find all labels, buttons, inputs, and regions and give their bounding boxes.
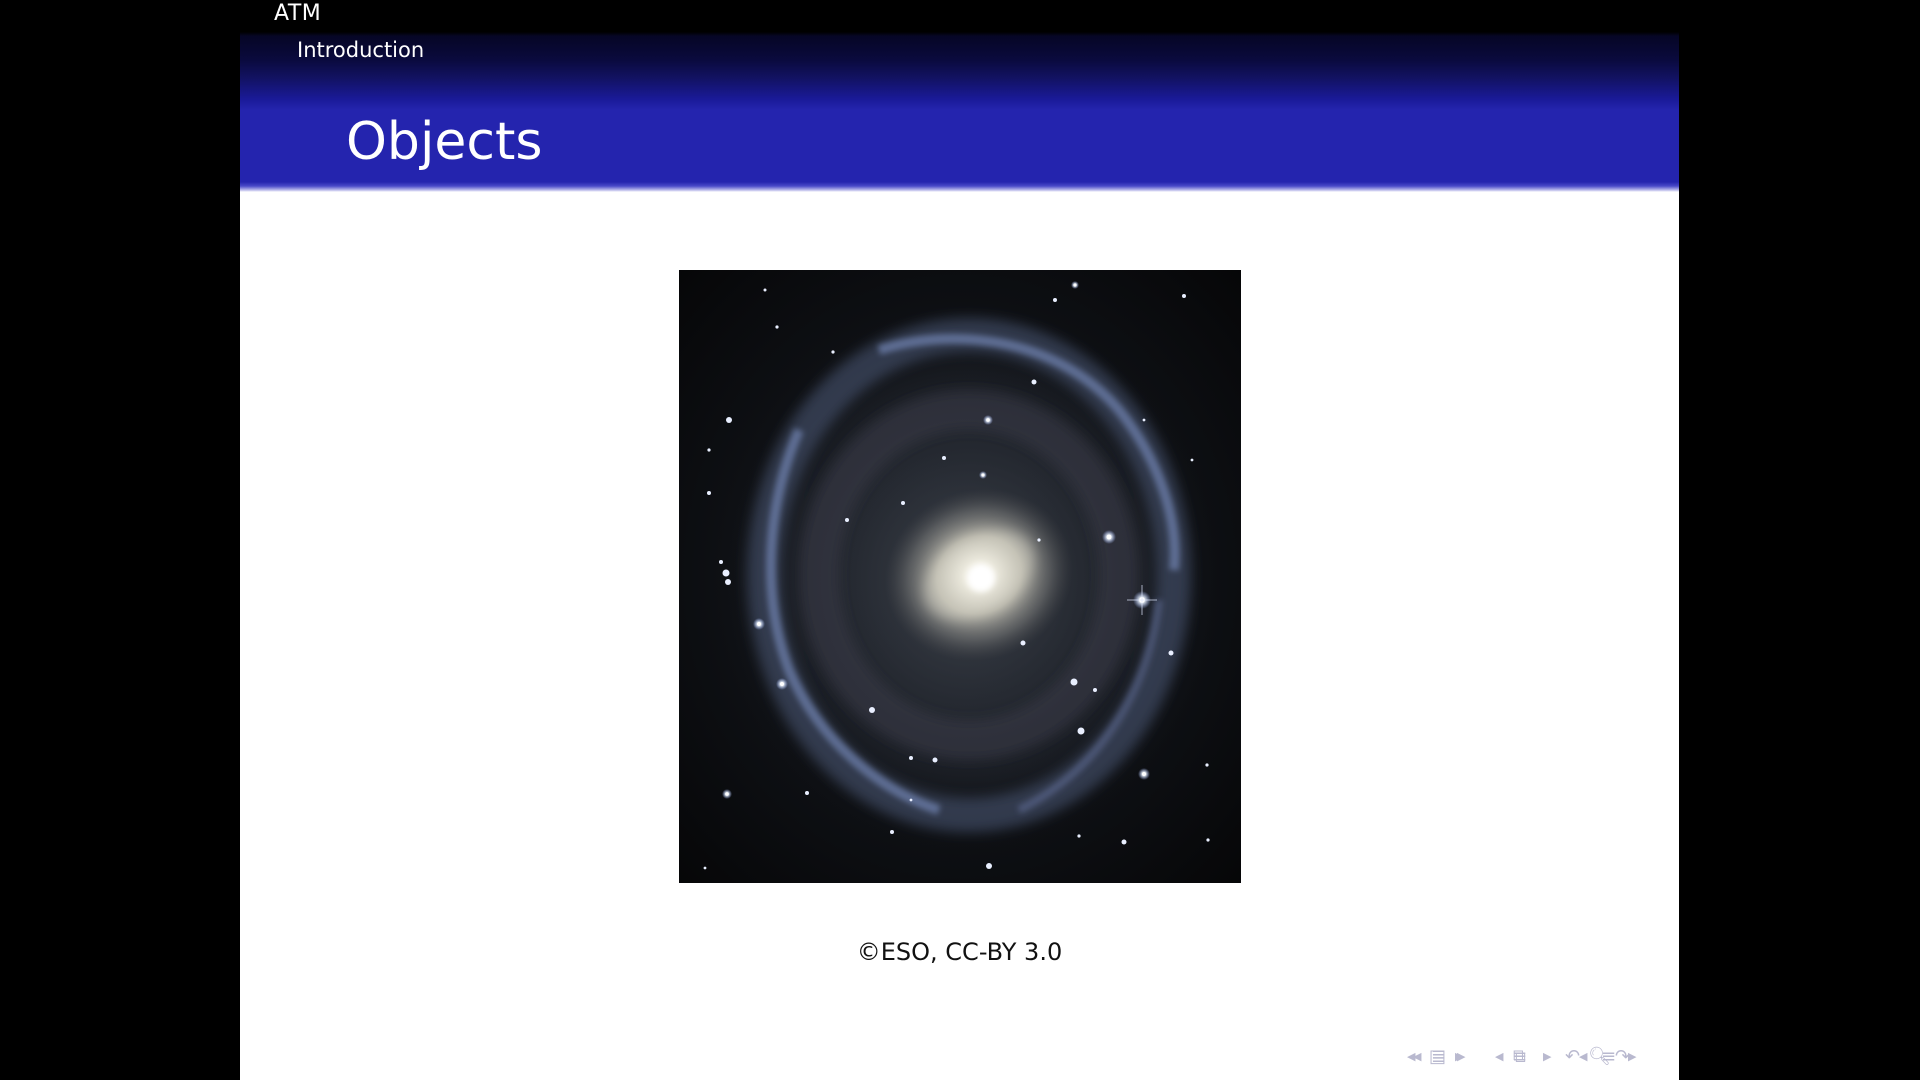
header-section-title[interactable]: ATM [274,0,321,28]
galaxy-image [679,270,1241,883]
toc-icon[interactable]: ≡ [1512,1042,1527,1072]
next-arrow-icon[interactable]: ▶ [1457,1042,1465,1072]
back-icon[interactable]: ↶ [1565,1042,1580,1072]
frame-title: Objects [346,112,543,172]
forward-icon[interactable]: ↷ [1615,1042,1630,1072]
slide: ATM Introduction Objects ©ESO, CC-BY 3.0… [240,0,1679,1080]
section-icon[interactable]: ≣ [1431,1042,1446,1072]
headline-bar: ATM Introduction Objects [240,0,1679,192]
beamer-navigation-bar-right: ◀ ≣ ▶ ≡ ↶ 🔍︎ ↷ [1405,1042,1675,1072]
search-icon[interactable]: 🔍︎ [1588,1042,1611,1072]
header-subsection-title[interactable]: Introduction [297,35,424,65]
prev-arrow-icon[interactable]: ◀ [1413,1042,1421,1072]
image-credit-caption: ©ESO, CC-BY 3.0 [856,938,1063,966]
